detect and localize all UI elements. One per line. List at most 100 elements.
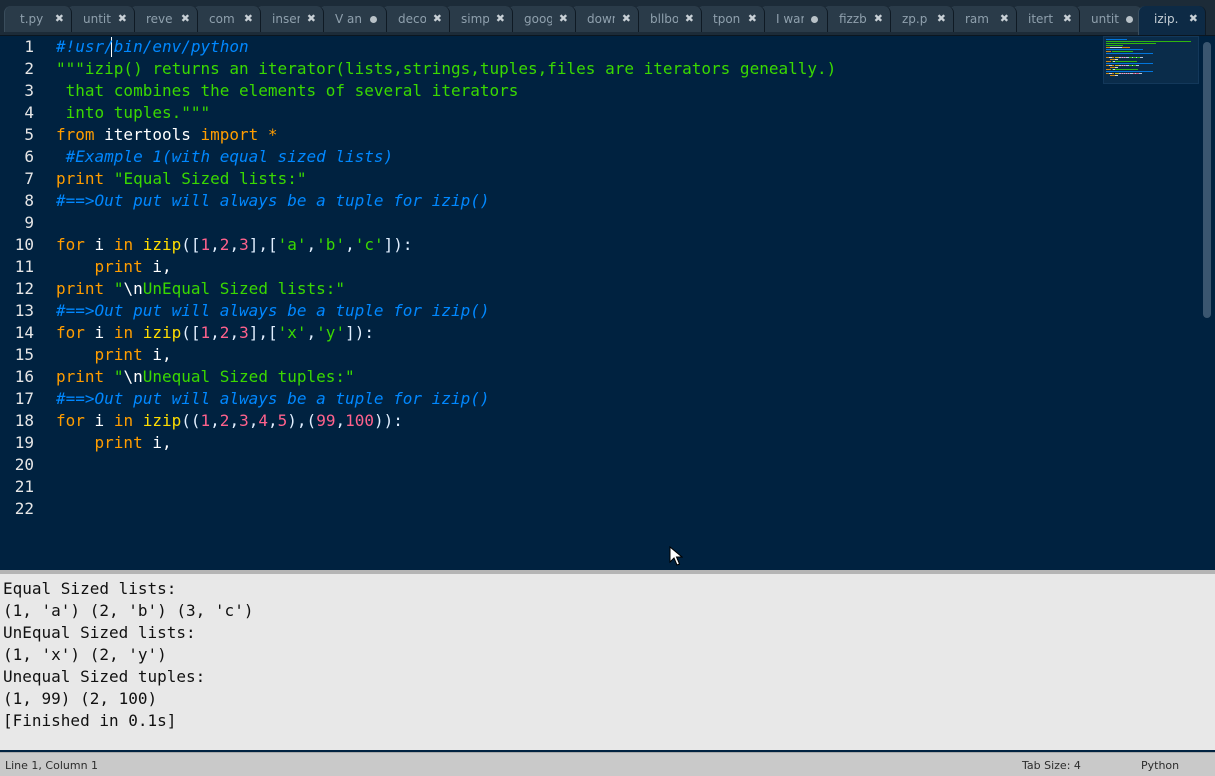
minimap-segment xyxy=(1106,49,1143,50)
code-line[interactable]: for i in izip((1,2,3,4,5),(99,100)): xyxy=(56,410,403,432)
code-line[interactable]: #==>Out put will always be a tuple for i… xyxy=(56,190,489,212)
code-line[interactable]: print i, xyxy=(56,344,172,366)
tab-9[interactable]: goog ✖ xyxy=(508,6,576,32)
code-token-paren: , xyxy=(210,323,220,342)
code-token-paren: , xyxy=(268,411,278,430)
code-line[interactable]: from itertools import * xyxy=(56,124,278,146)
minimap[interactable] xyxy=(1103,36,1199,84)
line-number-gutter: 1 2 3 4 5 6 7 8 9 10 11 12 13 14 15 16 17 18 19 20 21 22 xyxy=(0,36,44,570)
close-icon[interactable]: ✖ xyxy=(433,6,442,32)
code-line[interactable]: for i in izip([1,2,3],['x','y']): xyxy=(56,322,374,344)
tab-size-indicator[interactable]: Tab Size: 4 xyxy=(1022,759,1081,772)
close-icon[interactable]: ✖ xyxy=(496,6,505,32)
tab-11[interactable]: bllbo ✖ xyxy=(634,6,702,32)
code-token-string: UnEqual Sized lists:" xyxy=(142,279,346,298)
code-line[interactable]: for i in izip([1,2,3],['a','b','c']): xyxy=(56,234,413,256)
code-token-paren: (( xyxy=(181,411,201,430)
code-token-paren: , xyxy=(210,235,220,254)
tab-8[interactable]: simp ✖ xyxy=(445,6,513,32)
tab-13[interactable]: I war xyxy=(760,6,828,32)
close-icon[interactable]: ✖ xyxy=(559,6,568,32)
close-icon[interactable]: ✖ xyxy=(181,6,190,32)
minimap-segment xyxy=(1140,57,1143,58)
close-icon[interactable]: ✖ xyxy=(1000,6,1009,32)
code-token-number: 1 xyxy=(200,235,211,254)
line-number: 18 xyxy=(14,411,34,430)
code-line[interactable]: print i, xyxy=(56,256,172,278)
code-line[interactable]: """izip() returns an iterator(lists,stri… xyxy=(56,58,836,80)
close-icon[interactable]: ✖ xyxy=(1189,6,1198,32)
line-number: 9 xyxy=(24,213,34,232)
close-icon[interactable]: ✖ xyxy=(244,6,253,32)
scrollbar-thumb[interactable] xyxy=(1203,42,1211,318)
code-token-paren: , xyxy=(306,235,317,254)
code-line[interactable]: #Example 1(with equal sized lists) xyxy=(56,146,394,168)
syntax-mode[interactable]: Python xyxy=(1141,759,1179,772)
close-icon[interactable]: ✖ xyxy=(1063,6,1072,32)
code-token-paren: , xyxy=(335,411,346,430)
code-token-string: "Equal Sized lists:" xyxy=(113,169,307,188)
code-line[interactable]: into tuples.""" xyxy=(56,102,211,124)
code-line[interactable]: #==>Out put will always be a tuple for i… xyxy=(56,300,489,322)
tab-1[interactable]: t.py ✖ xyxy=(4,6,72,32)
code-token-comment: #==>Out put will always be a tuple for i… xyxy=(56,389,490,408)
tab-7[interactable]: deco ✖ xyxy=(382,6,450,32)
code-line[interactable]: print "\nUnequal Sized tuples:" xyxy=(56,366,355,388)
unsaved-dot-icon[interactable] xyxy=(811,16,818,23)
close-icon[interactable]: ✖ xyxy=(937,6,946,32)
tab-14[interactable]: fizzb ✖ xyxy=(823,6,891,32)
close-icon[interactable]: ✖ xyxy=(118,6,127,32)
tab-2[interactable]: untit ✖ xyxy=(67,6,135,32)
code-token-paren: ]): xyxy=(345,323,374,342)
tab-label: tpon xyxy=(713,12,741,26)
code-line[interactable]: print "\nUnEqual Sized lists:" xyxy=(56,278,345,300)
tab-10[interactable]: down ✖ xyxy=(571,6,639,32)
minimap-segment xyxy=(1106,53,1153,54)
code-line[interactable]: #==>Out put will always be a tuple for i… xyxy=(56,388,489,410)
output-line: (1, 'a') (2, 'b') (3, 'c') xyxy=(3,601,254,620)
close-icon[interactable]: ✖ xyxy=(685,6,694,32)
line-number: 12 xyxy=(14,279,34,298)
code-token-paren: , xyxy=(248,411,259,430)
tab-4[interactable]: com ✖ xyxy=(193,6,261,32)
minimap-segment xyxy=(1115,61,1137,62)
tab-16[interactable]: ram ✖ xyxy=(949,6,1017,32)
close-icon[interactable]: ✖ xyxy=(874,6,883,32)
close-icon[interactable]: ✖ xyxy=(55,6,64,32)
tab-17[interactable]: itert ✖ xyxy=(1012,6,1080,32)
tab-12[interactable]: tpon ✖ xyxy=(697,6,765,32)
output-line: [Finished in 0.1s] xyxy=(3,711,177,730)
unsaved-dot-icon[interactable] xyxy=(1126,16,1133,23)
code-token-func: izip xyxy=(142,411,182,430)
minimap-segment xyxy=(1106,39,1127,40)
tab-6[interactable]: V an xyxy=(319,6,387,32)
code-token-keyword: for xyxy=(56,235,85,254)
unsaved-dot-icon[interactable] xyxy=(370,16,377,23)
code-token-comment: #Example 1(with equal sized lists) xyxy=(56,147,394,166)
close-icon[interactable]: ✖ xyxy=(307,6,316,32)
tab-19[interactable]: izip. ✖ xyxy=(1138,6,1206,35)
code-editor[interactable]: 1 2 3 4 5 6 7 8 9 10 11 12 13 14 15 16 17 18 19 20 21 22 #!us… xyxy=(0,36,1215,570)
code-line[interactable]: #!usr/bin/env/python xyxy=(56,36,249,58)
code-token-string: 'c' xyxy=(354,235,384,254)
close-icon[interactable]: ✖ xyxy=(748,6,757,32)
editor-scrollbar[interactable] xyxy=(1201,36,1213,570)
tab-5[interactable]: inser ✖ xyxy=(256,6,324,32)
tab-18[interactable]: untit xyxy=(1075,6,1143,32)
line-number: 3 xyxy=(24,81,34,100)
line-number: 20 xyxy=(14,455,34,474)
code-line[interactable]: print i, xyxy=(56,432,172,454)
code-area[interactable]: #!usr/bin/env/python """izip() returns an… xyxy=(56,36,1096,570)
tab-3[interactable]: reve ✖ xyxy=(130,6,198,32)
line-number: 6 xyxy=(24,147,34,166)
line-number: 10 xyxy=(14,235,34,254)
close-icon[interactable]: ✖ xyxy=(622,6,631,32)
code-line[interactable]: that combines the elements of several it… xyxy=(56,80,519,102)
minimap-segment xyxy=(1112,65,1114,66)
code-token-plain: itertools xyxy=(94,125,201,144)
tab-15[interactable]: zp.p ✖ xyxy=(886,6,954,32)
code-line[interactable]: print "Equal Sized lists:" xyxy=(56,168,306,190)
